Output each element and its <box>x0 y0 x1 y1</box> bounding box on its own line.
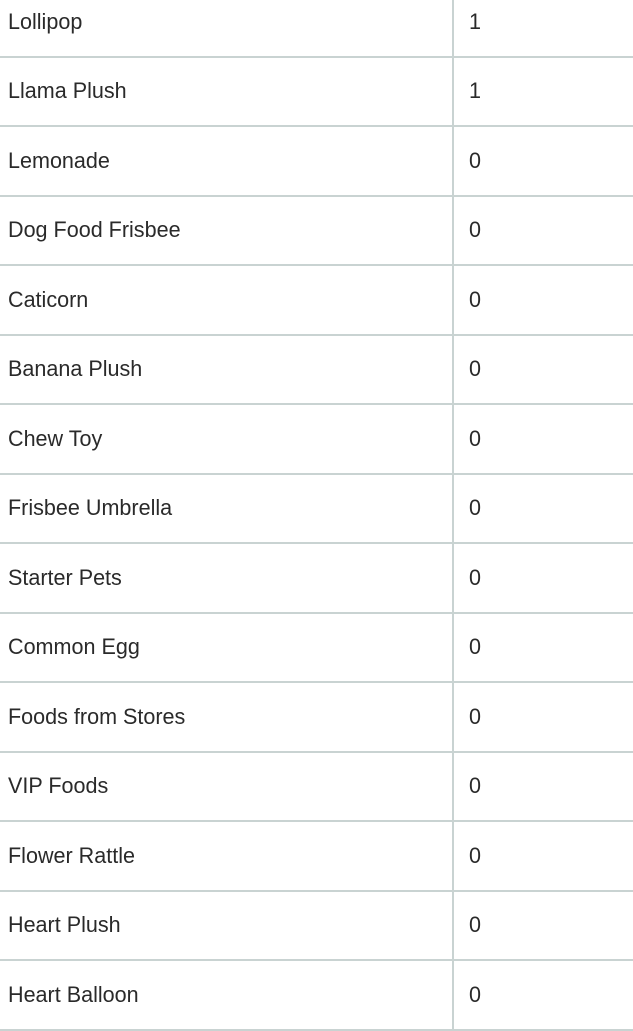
item-quantity-cell: 0 <box>453 682 633 753</box>
items-table-body: Lollipop 1 Llama Plush 1 Lemonade 0 Dog Food F… <box>0 0 633 1031</box>
item-name: Heart Balloon <box>8 981 139 1007</box>
item-quantity-cell: 0 <box>453 473 633 544</box>
table-row: Lemonade 0 <box>0 126 633 197</box>
item-quantity-cell: 0 <box>453 890 633 961</box>
item-quantity: 0 <box>469 564 482 590</box>
item-quantity: 0 <box>469 147 482 173</box>
item-name: Llama Plush <box>8 78 127 104</box>
table-row: Flower Rattle 0 <box>0 821 633 892</box>
item-quantity-cell: 0 <box>453 265 633 336</box>
table-row: Common Egg 0 <box>0 612 633 683</box>
item-quantity: 0 <box>469 495 482 521</box>
item-name: Foods from Stores <box>8 703 186 729</box>
item-name: Lollipop <box>8 8 83 34</box>
item-quantity-cell: 0 <box>453 821 633 892</box>
table-row: Banana Plush 0 <box>0 334 633 405</box>
table-row: Starter Pets 0 <box>0 543 633 614</box>
item-quantity: 1 <box>469 78 482 104</box>
item-quantity: 0 <box>469 634 482 660</box>
item-quantity: 1 <box>469 8 482 34</box>
item-quantity-cell: 0 <box>453 126 633 197</box>
item-name-cell: Common Egg <box>0 612 454 683</box>
table-row: Foods from Stores 0 <box>0 682 633 753</box>
item-name: Frisbee Umbrella <box>8 495 173 521</box>
item-quantity: 0 <box>469 842 482 868</box>
table-row: Lollipop 1 <box>0 0 633 58</box>
item-quantity-cell: 0 <box>453 404 633 475</box>
item-name-cell: Flower Rattle <box>0 821 454 892</box>
item-quantity-cell: 0 <box>453 195 633 266</box>
item-name-cell: Lollipop <box>0 0 454 58</box>
items-table-container: Lollipop 1 Llama Plush 1 Lemonade 0 Dog Food F… <box>0 0 633 1031</box>
item-name-cell: Banana Plush <box>0 334 454 405</box>
item-quantity: 0 <box>469 773 482 799</box>
item-name-cell: Foods from Stores <box>0 682 454 753</box>
table-row: Chew Toy 0 <box>0 404 633 475</box>
table-row: VIP Foods 0 <box>0 751 633 822</box>
item-quantity-cell: 0 <box>453 543 633 614</box>
table-row: Heart Plush 0 <box>0 890 633 961</box>
item-quantity: 0 <box>469 912 482 938</box>
item-quantity: 0 <box>469 286 482 312</box>
item-name: Chew Toy <box>8 425 103 451</box>
item-quantity: 0 <box>469 356 482 382</box>
item-quantity-cell: 1 <box>453 0 633 58</box>
table-row: Caticorn 0 <box>0 265 633 336</box>
table-row: Dog Food Frisbee 0 <box>0 195 633 266</box>
item-quantity: 0 <box>469 981 482 1007</box>
item-name: Starter Pets <box>8 564 122 590</box>
item-name: Common Egg <box>8 634 140 660</box>
item-quantity: 0 <box>469 217 482 243</box>
item-quantity: 0 <box>469 703 482 729</box>
item-quantity-cell: 1 <box>453 56 633 127</box>
item-name: VIP Foods <box>8 773 109 799</box>
item-name: Dog Food Frisbee <box>8 217 181 243</box>
items-table: Lollipop 1 Llama Plush 1 Lemonade 0 Dog Food F… <box>0 0 633 1031</box>
item-quantity-cell: 0 <box>453 612 633 683</box>
item-name: Heart Plush <box>8 912 121 938</box>
item-name: Flower Rattle <box>8 842 136 868</box>
item-name-cell: Heart Plush <box>0 890 454 961</box>
item-name-cell: Starter Pets <box>0 543 454 614</box>
item-quantity-cell: 0 <box>453 751 633 822</box>
item-name-cell: Caticorn <box>0 265 454 336</box>
item-name-cell: Lemonade <box>0 126 454 197</box>
item-quantity-cell: 0 <box>453 334 633 405</box>
item-name-cell: Frisbee Umbrella <box>0 473 454 544</box>
item-name: Caticorn <box>8 286 89 312</box>
table-row: Heart Balloon 0 <box>0 960 633 1031</box>
item-name-cell: VIP Foods <box>0 751 454 822</box>
item-name-cell: Llama Plush <box>0 56 454 127</box>
item-name: Banana Plush <box>8 356 143 382</box>
table-row: Llama Plush 1 <box>0 56 633 127</box>
item-quantity-cell: 0 <box>453 960 633 1031</box>
item-name-cell: Dog Food Frisbee <box>0 195 454 266</box>
item-name: Lemonade <box>8 147 110 173</box>
table-row: Frisbee Umbrella 0 <box>0 473 633 544</box>
item-name-cell: Chew Toy <box>0 404 454 475</box>
item-name-cell: Heart Balloon <box>0 960 454 1031</box>
item-quantity: 0 <box>469 425 482 451</box>
